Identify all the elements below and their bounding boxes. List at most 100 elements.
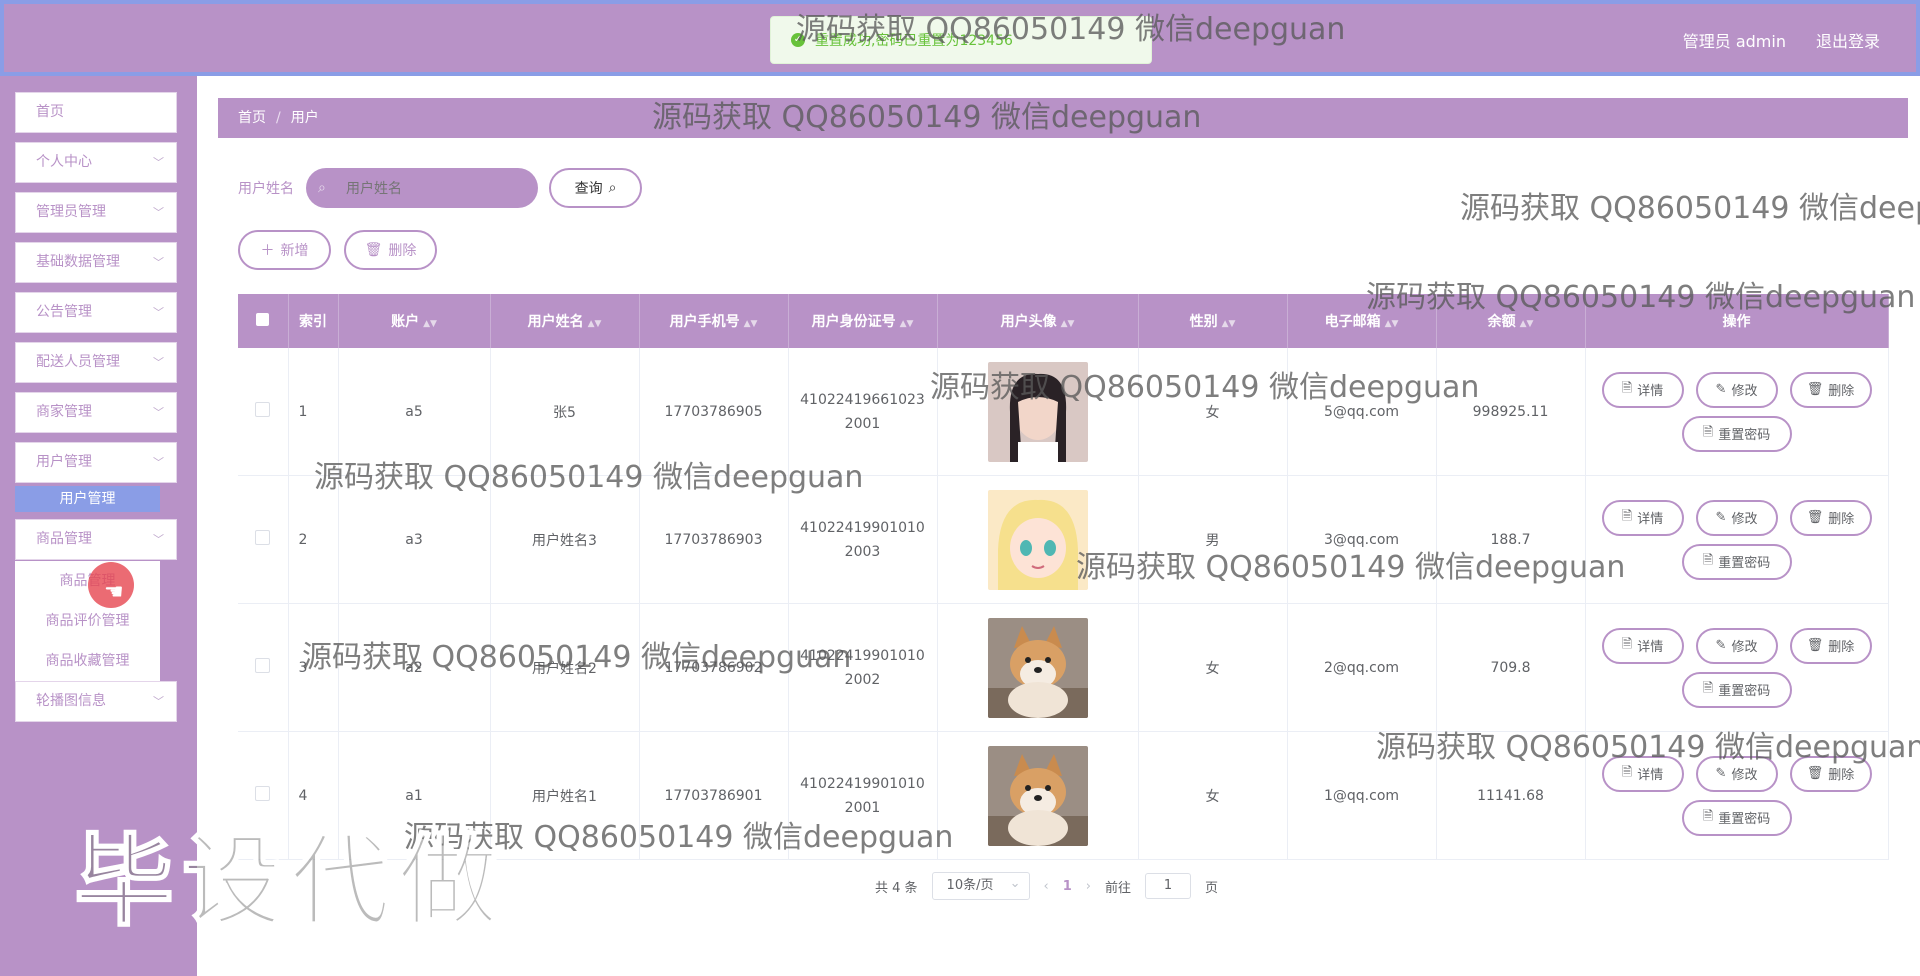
search-label: 用户姓名 — [238, 181, 294, 197]
delete-button[interactable]: 🗑 删除 — [1789, 627, 1872, 664]
cell-name: 张5 — [490, 348, 640, 476]
cell-index: 3 — [288, 603, 339, 732]
reset-password-button[interactable]: 🗎 重置密码 — [1681, 415, 1792, 452]
detail-button[interactable]: 🗎 详情 — [1601, 499, 1684, 536]
col-phone[interactable]: 用户手机号 ▲▼ — [639, 294, 789, 348]
chevron-down-icon: ﹀ — [153, 695, 164, 708]
table-row: 2 a3 用户姓名3 17703786903 410224199010102003 男 3@… — [238, 475, 1889, 604]
delete-button[interactable]: 🗑 删除 — [1789, 755, 1872, 792]
sort-icon: ▲▼ — [423, 319, 437, 329]
row-checkbox[interactable] — [238, 603, 289, 732]
page-size-select[interactable]: 10条/页 — [931, 871, 1030, 900]
sidebar-item-profile[interactable]: 个人中心 ﹀ — [15, 142, 177, 183]
delete-button[interactable]: 🗑 删除 — [1789, 499, 1872, 536]
cell-gender: 女 — [1138, 603, 1288, 732]
search-input[interactable] — [306, 168, 538, 208]
total-count: 共 4 条 — [875, 880, 918, 896]
sort-icon: ▲▼ — [899, 319, 914, 329]
col-email[interactable]: 电子邮箱 ▲▼ — [1287, 294, 1437, 348]
sidebar-item-basedata[interactable]: 基础数据管理 ﹀ — [15, 242, 177, 283]
submenu-item-user-manage[interactable]: 用户管理 — [15, 486, 160, 512]
chevron-down-icon: ﹀ — [153, 206, 164, 219]
cell-avatar[interactable] — [937, 348, 1139, 476]
col-gender[interactable]: 性别 ▲▼ — [1138, 294, 1288, 348]
cell-actions: 🗎 详情 ✎ 修改 🗑 删除 🗎 重置密码 — [1585, 475, 1889, 604]
add-button[interactable]: ＋新增 — [238, 230, 331, 270]
col-index: 索引 — [288, 294, 339, 348]
col-avatar[interactable]: 用户头像 ▲▼ — [937, 294, 1139, 348]
document-icon: 🗎 — [1621, 508, 1633, 524]
table-row: 3 a2 用户姓名2 17703786902 410224199010102002 女 2@… — [238, 603, 1889, 732]
detail-button[interactable]: 🗎 详情 — [1601, 627, 1684, 664]
chevron-down-icon: ﹀ — [153, 533, 164, 546]
breadcrumb-home[interactable]: 首页 — [238, 110, 266, 126]
edit-button[interactable]: ✎ 修改 — [1695, 371, 1778, 408]
goto-suffix: 页 — [1205, 880, 1219, 896]
batch-delete-button[interactable]: 🗑 删除 — [344, 230, 437, 270]
pencil-icon: ✎ — [1715, 638, 1727, 653]
next-page-icon[interactable]: › — [1086, 879, 1091, 894]
document-icon: 🗎 — [1702, 808, 1714, 824]
cell-email: 3@qq.com — [1287, 475, 1437, 604]
cell-index: 2 — [288, 475, 339, 604]
chevron-down-icon: ﹀ — [153, 406, 164, 419]
cell-balance: 11141.68 — [1436, 731, 1586, 860]
col-balance[interactable]: 余额 ▲▼ — [1436, 294, 1586, 348]
sidebar-item-goods[interactable]: 商品管理 ﹀ — [15, 519, 177, 560]
reset-password-button[interactable]: 🗎 重置密码 — [1681, 543, 1792, 580]
chevron-down-icon: ﹀ — [153, 356, 164, 369]
edit-button[interactable]: ✎ 修改 — [1695, 627, 1778, 664]
goto-input[interactable]: 1 — [1145, 873, 1192, 899]
goto-label: 前往 — [1105, 880, 1132, 896]
sidebar-item-delivery[interactable]: 配送人员管理 ﹀ — [15, 342, 177, 383]
cell-actions: 🗎 详情 ✎ 修改 🗑 删除 🗎 重置密码 — [1585, 348, 1889, 476]
detail-button[interactable]: 🗎 详情 — [1601, 371, 1684, 408]
document-icon: 🗎 — [1621, 380, 1633, 396]
check-icon: ✓ — [791, 33, 805, 47]
row-checkbox[interactable] — [238, 475, 289, 604]
cell-gender: 女 — [1138, 731, 1288, 860]
cell-avatar[interactable] — [937, 603, 1139, 732]
reset-password-button[interactable]: 🗎 重置密码 — [1681, 799, 1792, 836]
cell-gender: 女 — [1138, 348, 1288, 476]
sidebar-item-carousel[interactable]: 轮播图信息 ﹀ — [15, 681, 177, 722]
watermark: 源码获取 QQ86050149 微信deep — [1460, 191, 1920, 226]
admin-label[interactable]: 管理员 admin — [1683, 28, 1786, 52]
cell-name: 用户姓名3 — [490, 475, 640, 604]
breadcrumb-current: 用户 — [290, 110, 319, 126]
detail-button[interactable]: 🗎 详情 — [1601, 755, 1684, 792]
cell-avatar[interactable] — [937, 475, 1139, 604]
submenu-item-goods-review[interactable]: 商品评价管理 — [15, 601, 160, 641]
logout-link[interactable]: 退出登录 — [1816, 28, 1880, 52]
search-icon: ⌕ — [608, 180, 617, 196]
cell-email: 5@qq.com — [1287, 348, 1437, 476]
page-number[interactable]: 1 — [1063, 879, 1072, 894]
cell-account: a2 — [338, 603, 491, 732]
edit-button[interactable]: ✎ 修改 — [1695, 499, 1778, 536]
sidebar-item-users[interactable]: 用户管理 ﹀ — [15, 442, 177, 483]
sidebar-item-admin[interactable]: 管理员管理 ﹀ — [15, 192, 177, 233]
goods-submenu: 商品管理 商品评价管理 商品收藏管理 — [15, 561, 160, 681]
delete-button[interactable]: 🗑 删除 — [1789, 371, 1872, 408]
trash-icon: 🗑 — [1806, 510, 1824, 525]
query-button[interactable]: 查询 ⌕ — [549, 168, 642, 208]
sidebar-item-home[interactable]: 首页 — [15, 92, 177, 133]
edit-button[interactable]: ✎ 修改 — [1695, 755, 1778, 792]
sidebar-item-merchant[interactable]: 商家管理 ﹀ — [15, 392, 177, 433]
table-row: 4 a1 用户姓名1 17703786901 410224199010102001 女 1@… — [238, 731, 1889, 860]
col-idcard[interactable]: 用户身份证号 ▲▼ — [788, 294, 938, 348]
col-account[interactable]: 账户 ▲▼ — [338, 294, 491, 348]
cell-idcard: 410224199010102003 — [788, 475, 938, 604]
cell-avatar[interactable] — [937, 731, 1139, 860]
sidebar-item-notice[interactable]: 公告管理 ﹀ — [15, 292, 177, 333]
reset-password-button[interactable]: 🗎 重置密码 — [1681, 671, 1792, 708]
prev-page-icon[interactable]: ‹ — [1044, 879, 1049, 894]
row-checkbox[interactable] — [238, 731, 289, 860]
row-checkbox[interactable] — [238, 348, 289, 476]
cell-phone: 17703786902 — [639, 603, 789, 732]
select-all-checkbox[interactable] — [238, 294, 289, 348]
col-name[interactable]: 用户姓名 ▲▼ — [490, 294, 640, 348]
cell-actions: 🗎 详情 ✎ 修改 🗑 删除 🗎 重置密码 — [1585, 731, 1889, 860]
submenu-item-goods-fav[interactable]: 商品收藏管理 — [15, 641, 160, 681]
cell-gender: 男 — [1138, 475, 1288, 604]
